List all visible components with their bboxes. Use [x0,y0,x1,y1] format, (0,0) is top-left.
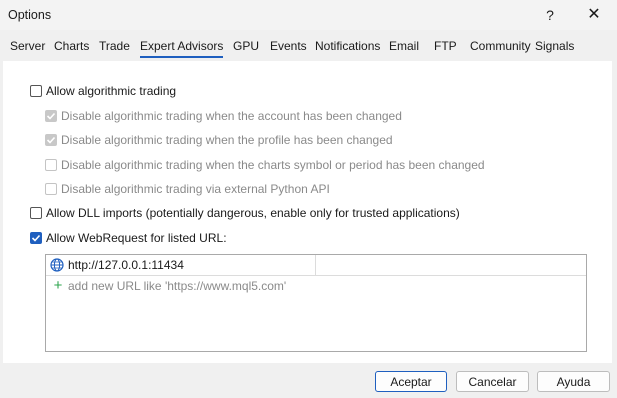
tab-expert-advisors[interactable]: Expert Advisors [140,39,224,58]
ok-button[interactable]: Aceptar [375,371,447,392]
disable-on-symbol-change-option: Disable algorithmic trading when the cha… [45,156,485,174]
checkmark-icon [31,234,41,242]
url-list[interactable]: http://127.0.0.1:11434 + add new URL lik… [45,254,587,352]
checkmark-icon [46,136,56,144]
column-divider [315,255,316,275]
globe-icon [50,258,64,272]
disable-on-symbol-change-label: Disable algorithmic trading when the cha… [61,158,485,172]
disable-on-profile-change-option: Disable algorithmic trading when the pro… [45,131,393,149]
disable-via-python-option: Disable algorithmic trading via external… [45,180,330,198]
tab-signals[interactable]: Signals [535,39,574,53]
window-title: Options [8,8,52,22]
plus-icon: + [53,277,63,294]
tab-bar: Server Charts Trade Expert Advisors GPU … [0,36,617,60]
cancel-button[interactable]: Cancelar [456,371,529,392]
tab-gpu[interactable]: GPU [233,39,259,53]
disable-on-profile-change-checkbox [45,134,57,146]
disable-on-account-change-label: Disable algorithmic trading when the acc… [61,109,402,123]
allow-algo-trading-label: Allow algorithmic trading [46,84,177,98]
disable-via-python-label: Disable algorithmic trading via external… [61,182,330,196]
allow-dll-imports-option[interactable]: Allow DLL imports (potentially dangerous… [30,204,460,222]
title-bar: Options ? ✕ [0,0,617,30]
tab-server[interactable]: Server [10,39,45,53]
help-title-button[interactable]: ? [540,5,560,25]
checkmark-icon [46,112,56,120]
disable-on-profile-change-label: Disable algorithmic trading when the pro… [61,133,393,147]
allow-algo-trading-option[interactable]: Allow algorithmic trading [30,82,176,100]
disable-on-symbol-change-checkbox [45,159,57,171]
allow-webrequest-checkbox[interactable] [30,232,42,244]
tab-trade[interactable]: Trade [99,39,130,53]
tab-notifications[interactable]: Notifications [315,39,380,53]
disable-on-account-change-option: Disable algorithmic trading when the acc… [45,107,402,125]
disable-via-python-checkbox [45,183,57,195]
allow-algo-trading-checkbox[interactable] [30,85,42,97]
url-list-item[interactable]: http://127.0.0.1:11434 [46,255,586,276]
disable-on-account-change-checkbox [45,110,57,122]
tab-community[interactable]: Community [470,39,531,53]
tab-charts[interactable]: Charts [54,39,89,53]
help-button[interactable]: Ayuda [537,371,610,392]
add-url-placeholder[interactable]: add new URL like 'https://www.mql5.com' [68,279,286,293]
allow-webrequest-label: Allow WebRequest for listed URL: [46,231,227,245]
tab-email[interactable]: Email [389,39,419,53]
allow-webrequest-option[interactable]: Allow WebRequest for listed URL: [30,229,227,247]
allow-dll-imports-checkbox[interactable] [30,207,42,219]
close-button[interactable]: ✕ [580,4,608,26]
allow-dll-imports-label: Allow DLL imports (potentially dangerous… [46,206,460,220]
tab-events[interactable]: Events [270,39,307,53]
tab-ftp[interactable]: FTP [434,39,457,53]
add-url-row[interactable]: + add new URL like 'https://www.mql5.com… [46,277,287,295]
url-text[interactable]: http://127.0.0.1:11434 [68,258,184,272]
